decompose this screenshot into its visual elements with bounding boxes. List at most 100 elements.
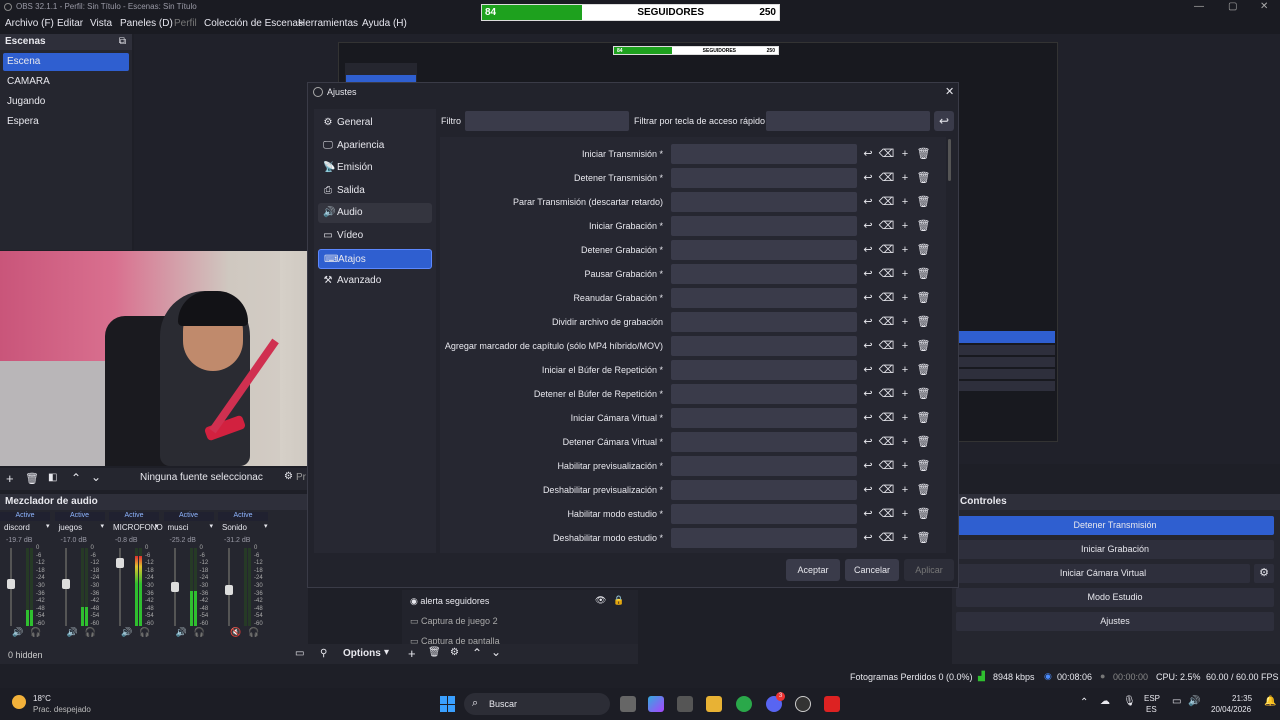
undo-icon[interactable]: ↩	[860, 458, 876, 474]
hotkey-input[interactable]	[671, 264, 857, 284]
add-icon[interactable]: +	[897, 530, 913, 546]
slider-handle[interactable]	[225, 585, 233, 596]
hotkey-input[interactable]	[671, 432, 857, 452]
undo-icon[interactable]: ↩	[860, 170, 876, 186]
undo-icon[interactable]: ↩	[860, 386, 876, 402]
slider-handle[interactable]	[61, 578, 70, 589]
hotkey-input[interactable]	[671, 336, 857, 356]
trash-icon[interactable]: 🗑	[916, 506, 932, 522]
menu-herramientas[interactable]: Herramientas	[298, 18, 358, 29]
close-icon[interactable]: ✕	[1260, 0, 1268, 14]
mute-icon[interactable]: 🔇	[230, 627, 241, 638]
scene-item[interactable]: Escena	[3, 53, 129, 71]
add-icon[interactable]: +	[897, 218, 913, 234]
nav-item-appearance[interactable]: 🖵 Apariencia	[318, 136, 432, 156]
trash-icon[interactable]: 🗑	[916, 266, 932, 282]
accept-button[interactable]: Aceptar	[786, 559, 840, 581]
undo-icon[interactable]: ↩	[860, 362, 876, 378]
list-item[interactable]: ▭ Captura de juego 2	[410, 616, 498, 627]
stop-stream-button[interactable]: Detener Transmisión	[956, 516, 1274, 535]
trash-icon[interactable]: 🗑	[916, 242, 932, 258]
maximize-icon[interactable]: ▢	[1228, 0, 1237, 14]
chevron-down-icon[interactable]: ▾	[101, 522, 105, 530]
gear-icon[interactable]: ⚙	[450, 647, 459, 658]
menu-editar[interactable]: Editar	[57, 18, 83, 29]
trash-icon[interactable]: 🗑	[25, 472, 39, 485]
undo-icon[interactable]: ↩	[860, 242, 876, 258]
add-icon[interactable]: +	[897, 194, 913, 210]
add-icon[interactable]: +	[897, 314, 913, 330]
volume-icon[interactable]: 🔊	[67, 627, 78, 638]
undo-icon[interactable]: ↩	[860, 218, 876, 234]
volume-icon[interactable]: 🔊	[176, 627, 187, 638]
hotkey-input[interactable]	[671, 456, 857, 476]
menu-perfil[interactable]: Perfil	[174, 18, 197, 29]
clear-icon[interactable]: ⌫	[879, 266, 895, 282]
windows-start-icon[interactable]	[440, 696, 456, 712]
hotkey-input[interactable]	[671, 504, 857, 524]
headphones-icon[interactable]: 🎧	[248, 627, 259, 638]
reset-filter-icon[interactable]: ↩	[934, 111, 954, 131]
nav-item-video[interactable]: ▭ Vídeo	[318, 226, 432, 246]
language-indicator-2[interactable]: ES	[1146, 705, 1157, 714]
menu-paneles[interactable]: Paneles (D)	[120, 18, 173, 29]
add-source-icon[interactable]: +	[6, 471, 14, 486]
volume-slider[interactable]	[225, 548, 233, 626]
chevron-down-icon[interactable]: ▾	[384, 647, 389, 658]
add-icon[interactable]: +	[897, 458, 913, 474]
trash-icon[interactable]: 🗑	[916, 434, 932, 450]
nav-item-hotkeys[interactable]: ⌨ Atajos	[318, 248, 432, 269]
undo-icon[interactable]: ↩	[860, 194, 876, 210]
trash-icon[interactable]: 🗑	[916, 194, 932, 210]
hotkey-input[interactable]	[671, 312, 857, 332]
clear-icon[interactable]: ⌫	[879, 506, 895, 522]
hotkey-input[interactable]	[671, 408, 857, 428]
scrollbar-thumb[interactable]	[948, 139, 951, 181]
clear-icon[interactable]: ⌫	[879, 338, 895, 354]
mic-icon[interactable]: 🎙	[1123, 696, 1136, 707]
add-source-icon[interactable]: +	[408, 646, 416, 661]
hotkey-input[interactable]	[671, 528, 857, 548]
volume-slider[interactable]	[170, 548, 179, 626]
volume-icon[interactable]: 🔊	[1188, 696, 1200, 707]
chevron-down-icon[interactable]: ▾	[155, 522, 159, 530]
clear-icon[interactable]: ⌫	[879, 218, 895, 234]
add-icon[interactable]: +	[897, 506, 913, 522]
trash-icon[interactable]: 🗑	[916, 290, 932, 306]
hotkey-input[interactable]	[671, 216, 857, 236]
clear-icon[interactable]: ⌫	[879, 146, 895, 162]
undo-icon[interactable]: ↩	[860, 266, 876, 282]
undo-icon[interactable]: ↩	[860, 482, 876, 498]
down-arrow-icon[interactable]: ⌄	[91, 470, 101, 484]
headphones-icon[interactable]: 🎧	[30, 627, 41, 638]
language-indicator[interactable]: ESP	[1144, 694, 1160, 703]
scene-item[interactable]: CAMARA	[3, 73, 129, 91]
volume-slider[interactable]	[61, 548, 70, 626]
clear-icon[interactable]: ⌫	[879, 362, 895, 378]
undo-icon[interactable]: ↩	[860, 146, 876, 162]
start-virtual-cam-button[interactable]: Iniciar Cámara Virtual	[956, 564, 1250, 583]
eye-icon[interactable]: 👁	[595, 595, 606, 606]
add-icon[interactable]: +	[897, 146, 913, 162]
obs-taskbar-icon[interactable]	[795, 696, 811, 712]
clear-icon[interactable]: ⌫	[879, 194, 895, 210]
up-arrow-icon[interactable]: ⌃	[472, 646, 482, 660]
chevron-up-icon[interactable]: ⌃	[1080, 697, 1088, 708]
hotkey-input[interactable]	[671, 192, 857, 212]
slider-handle[interactable]	[116, 558, 124, 569]
nav-item-general[interactable]: ⚙ General	[318, 113, 432, 133]
hotkey-input[interactable]	[671, 384, 857, 404]
hotkey-input[interactable]	[671, 360, 857, 380]
clear-icon[interactable]: ⌫	[879, 458, 895, 474]
menu-vista[interactable]: Vista	[90, 18, 112, 29]
clear-icon[interactable]: ⌫	[879, 242, 895, 258]
notification-bell-icon[interactable]: 🔔	[1264, 696, 1276, 707]
apply-button[interactable]: Aplicar	[904, 559, 954, 581]
chevron-down-icon[interactable]: ▾	[46, 522, 50, 530]
trash-icon[interactable]: 🗑	[916, 530, 932, 546]
add-icon[interactable]: +	[897, 266, 913, 282]
list-item[interactable]: ◉ alerta seguidores	[410, 596, 489, 607]
scene-item[interactable]: Espera	[3, 113, 129, 131]
search-box[interactable]: ⌕ Buscar	[464, 693, 610, 715]
volume-slider[interactable]	[7, 548, 15, 626]
